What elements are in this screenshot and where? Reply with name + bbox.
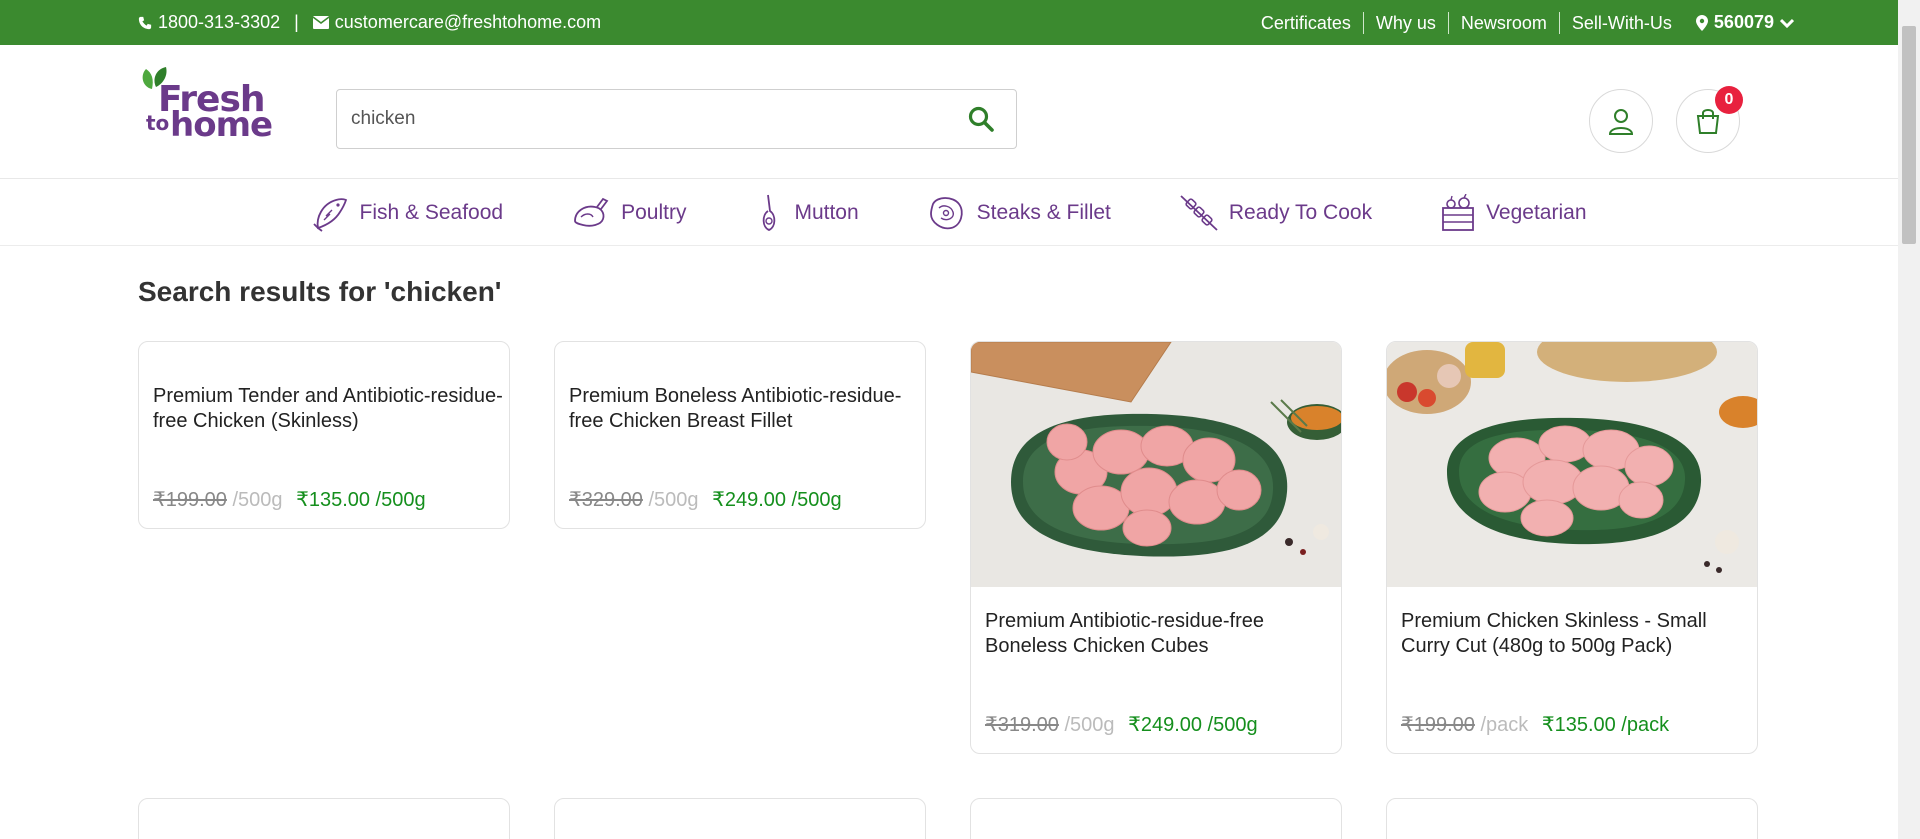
page-scrollbar[interactable] [1898, 0, 1920, 839]
link-certificates[interactable]: Certificates [1249, 11, 1364, 34]
product-card[interactable] [138, 798, 510, 839]
logo-home: home [170, 105, 273, 145]
scrollbar-thumb[interactable] [1902, 26, 1916, 244]
product-new-price: ₹249.00 /500g [712, 489, 842, 511]
page-title: Search results for 'chicken' [138, 276, 502, 307]
product-new-price: ₹249.00 /500g [1128, 714, 1258, 736]
product-card[interactable] [554, 798, 926, 839]
category-label: Poultry [621, 200, 687, 224]
product-card[interactable]: Premium Chicken Skinless - Small Curry C… [1386, 341, 1758, 754]
phone-number: 1800-313-3302 [158, 12, 281, 32]
fish-icon [312, 197, 347, 232]
category-nav: Fish & Seafood Poultry Mutton Steaks & F… [0, 180, 1898, 246]
product-old-unit: /500g [232, 489, 283, 511]
chevron-down-icon [1780, 18, 1794, 28]
category-label: Mutton [794, 200, 859, 224]
product-price: ₹199.00 /pack ₹135.00 /pack [1401, 712, 1669, 737]
product-name[interactable]: Premium Boneless Antibiotic-residue-free… [569, 384, 919, 434]
steak-icon [929, 196, 963, 229]
category-label: Vegetarian [1486, 200, 1587, 224]
mutton-icon [763, 194, 776, 231]
product-card[interactable] [970, 798, 1342, 839]
product-card[interactable]: Premium Boneless Antibiotic-residue-free… [554, 341, 926, 529]
category-label: Ready To Cook [1228, 200, 1373, 224]
search-icon [968, 106, 994, 132]
product-old-unit: /pack [1480, 714, 1529, 736]
cart-count-badge: 0 [1715, 86, 1743, 114]
product-name[interactable]: Premium Antibiotic-residue-free Boneless… [985, 609, 1335, 659]
product-image[interactable] [971, 342, 1342, 587]
category-ready-to-cook[interactable]: Ready To Cook [1145, 194, 1406, 232]
freshtohome-logo[interactable]: Fresh to home [138, 65, 273, 155]
pincode-value: 560079 [1713, 12, 1774, 32]
account-button[interactable] [1589, 89, 1653, 153]
product-old-price: ₹199.00 [153, 489, 227, 511]
product-old-price: ₹199.00 [1401, 714, 1475, 736]
search-input[interactable] [351, 90, 931, 148]
link-sell-with-us[interactable]: Sell-With-Us [1560, 12, 1696, 34]
location-pin-icon [1695, 14, 1708, 31]
category-fish-seafood[interactable]: Fish & Seafood [278, 194, 538, 232]
category-poultry[interactable]: Poultry [537, 195, 720, 231]
contact-info: 1800-313-3302 | customercare@freshtohome… [138, 0, 601, 45]
product-card[interactable] [1386, 798, 1758, 839]
search-bar [336, 89, 1017, 149]
product-name[interactable]: Premium Chicken Skinless - Small Curry C… [1401, 609, 1751, 659]
category-mutton[interactable]: Mutton [720, 193, 892, 233]
skewer-icon [1180, 194, 1218, 231]
shopping-bag-icon [1696, 109, 1720, 134]
vegetable-basket-icon [1442, 193, 1474, 231]
link-why-us[interactable]: Why us [1364, 11, 1449, 34]
header: Fresh to home 0 [0, 45, 1898, 179]
category-steaks-fillet[interactable]: Steaks & Fillet [893, 194, 1145, 232]
chicken-icon [574, 197, 609, 227]
search-button[interactable] [968, 106, 994, 137]
cart-button[interactable]: 0 [1676, 86, 1743, 153]
phone-icon [138, 16, 152, 29]
product-new-price: ₹135.00 /pack [1541, 714, 1670, 736]
envelope-icon [312, 16, 329, 29]
category-vegetarian[interactable]: Vegetarian [1406, 193, 1620, 232]
product-price: ₹329.00 /500g ₹249.00 /500g [569, 487, 842, 512]
product-old-unit: /500g [648, 489, 699, 511]
product-price: ₹319.00 /500g ₹249.00 /500g [985, 712, 1258, 737]
top-links: Certificates Why us Newsroom Sell-With-U… [1249, 0, 1794, 45]
top-bar: 1800-313-3302 | customercare@freshtohome… [0, 0, 1898, 45]
category-label: Fish & Seafood [359, 200, 504, 224]
product-new-price: ₹135.00 /500g [296, 489, 426, 511]
contact-separator: | [294, 12, 299, 32]
email-contact[interactable]: customercare@freshtohome.com [312, 12, 602, 33]
logo-to: to [146, 111, 170, 135]
phone-contact[interactable]: 1800-313-3302 [138, 12, 280, 33]
product-name[interactable]: Premium Tender and Antibiotic-residue-fr… [153, 384, 503, 434]
product-image[interactable] [1387, 342, 1758, 587]
email-address: customercare@freshtohome.com [334, 12, 602, 32]
product-old-unit: /500g [1064, 714, 1115, 736]
product-old-price: ₹329.00 [569, 489, 643, 511]
pincode-selector[interactable]: 560079 [1695, 12, 1794, 33]
product-price: ₹199.00 /500g ₹135.00 /500g [153, 487, 426, 512]
product-card[interactable]: Premium Tender and Antibiotic-residue-fr… [138, 341, 510, 529]
category-label: Steaks & Fillet [976, 200, 1111, 224]
link-newsroom[interactable]: Newsroom [1449, 11, 1560, 34]
product-card[interactable]: Premium Antibiotic-residue-free Boneless… [970, 341, 1342, 754]
user-icon [1608, 109, 1634, 135]
product-old-price: ₹319.00 [985, 714, 1059, 736]
